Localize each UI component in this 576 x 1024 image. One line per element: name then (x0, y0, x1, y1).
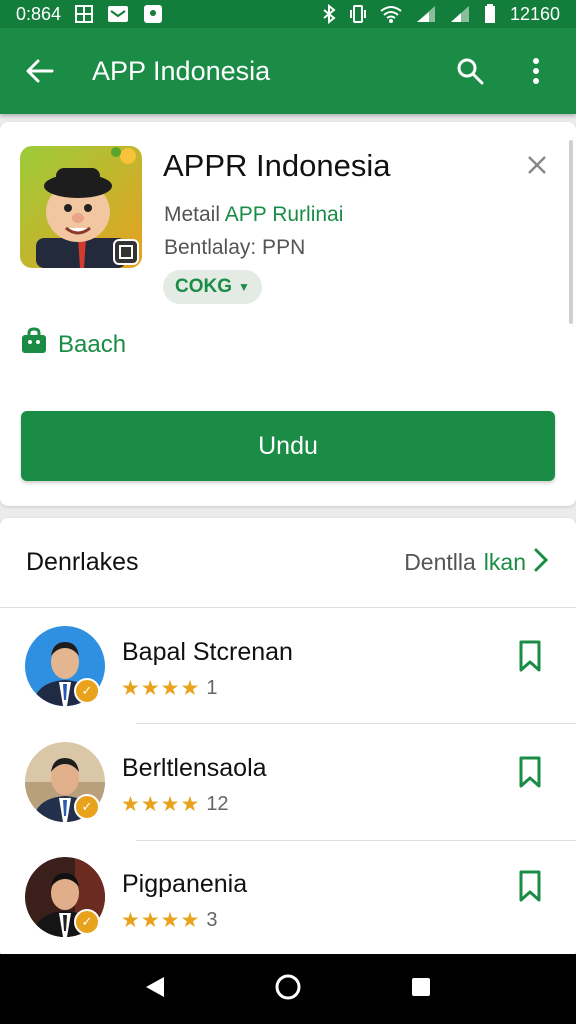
developer-line: Metail APP Rurlinai (164, 203, 343, 227)
item-name: Berltlensaola (122, 754, 267, 782)
app-bar: APP Indonesia (0, 28, 576, 114)
status-bar: 0:864 12160 (0, 0, 576, 28)
bookmark-icon[interactable] (518, 640, 542, 672)
location-icon (143, 4, 163, 24)
item-name: Bapal Stcrenan (122, 638, 293, 666)
see-more-prefix: Dentlla (404, 549, 476, 575)
star-rating-icon: ★★★★ (121, 677, 201, 700)
list-item[interactable]: ✓ Pigpanenia ★★★★ 3 (0, 840, 576, 956)
signal-icon-2 (450, 5, 470, 23)
developer-prefix: Metail (164, 203, 221, 226)
bluetooth-icon (322, 4, 336, 24)
tag-row[interactable]: Baach (20, 327, 126, 362)
shopping-bag-icon (20, 327, 48, 362)
app-name: APPR Indonesia (163, 148, 391, 183)
see-more-link[interactable]: Dentlla lkan (404, 548, 549, 578)
status-time-right: 12160 (509, 3, 560, 24)
battery-icon (484, 4, 496, 24)
item-rating: ★★★★ 3 (121, 908, 217, 933)
more-vert-icon[interactable] (516, 51, 556, 91)
star-rating-icon: ★★★★ (121, 909, 201, 932)
caret-down-icon: ▼ (238, 280, 250, 294)
star-rating-icon: ★★★★ (121, 793, 201, 816)
verified-badge-icon: ✓ (74, 794, 100, 820)
category-line: Bentlalay: PPN (164, 236, 306, 259)
list-item[interactable]: ✓ Berltlensaola ★★★★ 12 (0, 724, 576, 840)
back-triangle-icon[interactable] (144, 975, 166, 1004)
vibrate-icon (349, 4, 366, 24)
grid-icon (75, 5, 94, 23)
item-rating: ★★★★ 1 (121, 676, 217, 701)
verified-badge-icon: ✓ (74, 678, 100, 704)
back-arrow-icon[interactable] (20, 51, 60, 91)
section-title: Denrlakes (26, 548, 139, 576)
developer-link[interactable]: APP Rurlinai (225, 203, 344, 226)
bookmark-icon[interactable] (518, 870, 542, 902)
item-rating: ★★★★ 12 (121, 792, 229, 817)
see-more-label: lkan (483, 549, 526, 575)
chip-label: COKG (175, 276, 232, 297)
mail-icon (107, 5, 129, 23)
system-nav-bar (0, 954, 576, 1024)
wifi-icon (380, 5, 402, 23)
verified-badge-icon: ✓ (74, 909, 100, 935)
tag-label: Baach (58, 330, 127, 358)
section-header: Denrlakes Dentlla lkan (0, 518, 576, 608)
content-rating-chip[interactable]: COKG ▼ (163, 270, 262, 304)
list-item[interactable]: ✓ Bapal Stcrenan ★★★★ 1 (0, 608, 576, 724)
install-button[interactable]: Undu (21, 411, 555, 481)
item-name: Pigpanenia (122, 870, 248, 898)
app-bar-title: APP Indonesia (92, 55, 271, 86)
rating-count: 1 (206, 677, 218, 699)
signal-icon (416, 5, 436, 23)
close-icon[interactable] (522, 150, 552, 180)
bookmark-icon[interactable] (518, 756, 542, 788)
search-icon[interactable] (450, 51, 490, 91)
chevron-right-icon (534, 548, 549, 578)
rating-count: 12 (206, 793, 229, 815)
home-circle-icon[interactable] (274, 973, 302, 1006)
scrollbar[interactable] (569, 140, 573, 324)
recents-square-icon[interactable] (410, 976, 432, 1003)
status-time-left: 0:864 (16, 3, 62, 24)
rating-count: 3 (206, 909, 218, 931)
app-icon[interactable] (20, 146, 142, 268)
